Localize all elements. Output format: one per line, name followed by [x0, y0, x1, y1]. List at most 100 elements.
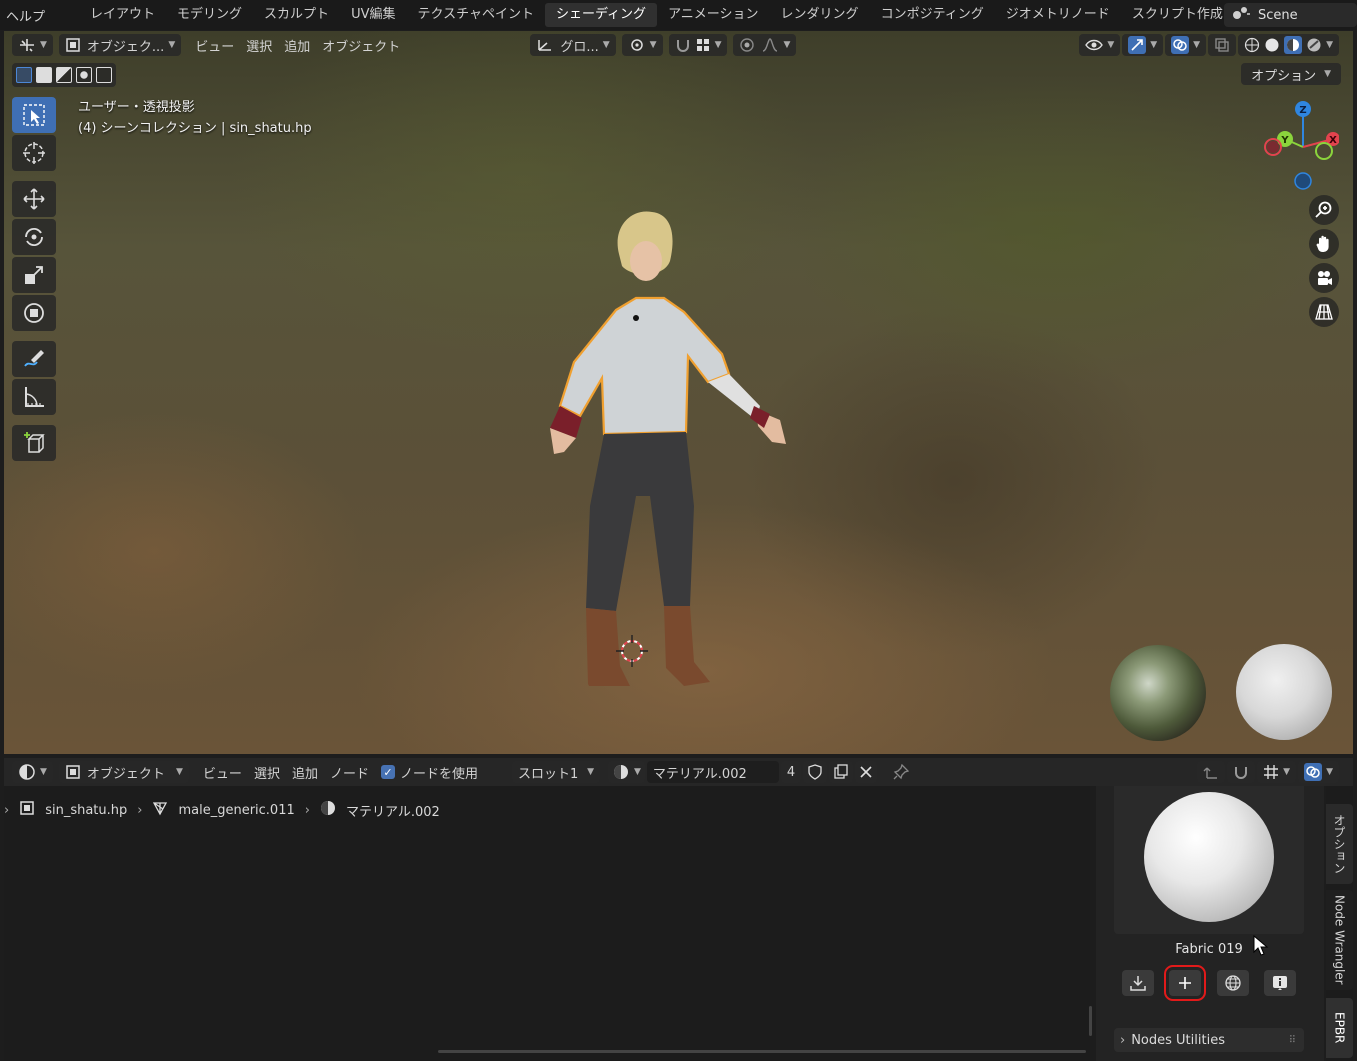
tab-geometry-nodes[interactable]: ジオメトリノード — [995, 3, 1121, 27]
node-overlays-toggle[interactable]: ▼ — [1298, 761, 1339, 783]
asset-info-button[interactable] — [1264, 970, 1297, 996]
proportional-editing[interactable]: ▼ — [733, 34, 797, 56]
select-invert-icon[interactable] — [76, 67, 92, 83]
camera-view-button[interactable] — [1309, 263, 1339, 293]
xray-toggle[interactable] — [1208, 34, 1237, 56]
add-asset-button[interactable] — [1164, 965, 1207, 1001]
tab-animation[interactable]: アニメーション — [657, 3, 769, 27]
unlink-material-button[interactable] — [855, 761, 878, 783]
3d-viewport[interactable]: ▼ オブジェク... ▼ ビュー 選択 追加 オブジェクト グロ... ▼ ▼ ▼ … — [4, 31, 1353, 754]
scale-icon — [25, 266, 43, 284]
tab-texture-paint[interactable]: テクスチャペイント — [406, 3, 544, 27]
shading-modes[interactable]: ▼ — [1238, 34, 1339, 56]
asset-preview-sphere — [1144, 792, 1274, 922]
rotate-tool[interactable] — [12, 219, 56, 255]
drag-handle-icon[interactable]: ⠿ — [1289, 1035, 1296, 1046]
overlays-toggle[interactable]: ▼ — [1165, 34, 1207, 56]
measure-tool[interactable] — [12, 379, 56, 415]
tab-layout[interactable]: レイアウト — [79, 3, 166, 27]
tab-options[interactable]: オプション — [1326, 804, 1353, 884]
select-intersect-icon[interactable] — [96, 67, 112, 83]
workspace-bar: ヘルプ レイアウト モデリング スカルプト UV編集 テクスチャペイント シェー… — [0, 0, 1357, 30]
node-snap-element-dropdown[interactable]: ▼ — [1257, 761, 1297, 783]
zoom-button[interactable] — [1309, 195, 1339, 225]
material-user-count[interactable]: 4 — [780, 761, 802, 783]
cursor-tool[interactable] — [12, 135, 56, 171]
select-box-tool[interactable] — [12, 97, 56, 133]
move-tool[interactable] — [12, 181, 56, 217]
fake-user-button[interactable] — [803, 761, 828, 783]
solid-shading-icon[interactable] — [1264, 37, 1280, 53]
transform-orientation-dropdown[interactable]: グロ... ▼ — [530, 34, 616, 56]
asset-preview-card[interactable] — [1114, 786, 1304, 934]
tab-scripting[interactable]: スクリプト作成 — [1121, 3, 1234, 27]
rendered-shading-icon[interactable] — [1306, 37, 1322, 53]
tab-uv-editing[interactable]: UV編集 — [340, 3, 406, 27]
slot-label: スロット1 — [518, 766, 579, 782]
hdri-diffuse-sphere — [1236, 644, 1332, 740]
node-snap-toggle[interactable] — [1227, 761, 1256, 783]
nodes-utilities-panel[interactable]: › Nodes Utilities ⠿ — [1114, 1028, 1304, 1052]
parent-node-tree-button[interactable] — [1197, 761, 1226, 783]
wireframe-shading-icon[interactable] — [1244, 37, 1260, 53]
select-subtract-icon[interactable] — [56, 67, 72, 83]
node-editor-type-button[interactable]: ▼ — [12, 761, 53, 783]
node-menu-node[interactable]: ノード — [324, 761, 375, 783]
pin-button[interactable] — [887, 761, 915, 783]
asset-action-bar — [1114, 965, 1304, 1001]
editor-type-button[interactable]: ▼ — [12, 34, 53, 56]
tab-compositing[interactable]: コンポジティング — [870, 3, 995, 27]
breadcrumb-expand-icon[interactable]: › — [4, 803, 9, 818]
node-menu-select[interactable]: 選択 — [248, 761, 286, 783]
download-icon — [1130, 976, 1146, 991]
gizmo-toggle[interactable]: ▼ — [1122, 34, 1164, 56]
gizmo-neg-z[interactable] — [1294, 172, 1312, 190]
tab-rendering[interactable]: レンダリング — [770, 3, 870, 27]
snapping-controls[interactable]: ▼ — [668, 34, 728, 56]
tab-epbr[interactable]: EPBR — [1326, 998, 1353, 1058]
menu-object[interactable]: オブジェクト — [316, 34, 406, 56]
node-menu-view[interactable]: ビュー — [197, 761, 248, 783]
object-mode-dropdown[interactable]: オブジェク... ▼ — [58, 34, 182, 56]
menu-select[interactable]: 選択 — [240, 34, 278, 56]
material-name-field[interactable]: マテリアル.002 — [646, 761, 779, 783]
pan-button[interactable] — [1309, 229, 1339, 259]
menu-add[interactable]: 追加 — [278, 34, 316, 56]
pivot-point-dropdown[interactable]: ▼ — [621, 34, 663, 56]
navigation-gizmo[interactable]: Z Y X — [1249, 99, 1339, 195]
gizmo-neg-y[interactable] — [1315, 142, 1333, 160]
tab-modeling[interactable]: モデリング — [166, 3, 253, 27]
node-object-dropdown[interactable]: オブジェクト ▼ — [58, 761, 189, 783]
node-menu-add[interactable]: 追加 — [286, 761, 324, 783]
add-cube-icon — [24, 432, 45, 453]
scale-tool[interactable] — [12, 257, 56, 293]
slot-dropdown[interactable]: スロット1 ▼ — [512, 761, 600, 783]
viewport-options-button[interactable]: オプション ▼ — [1241, 63, 1341, 85]
node-editor-horizontal-scrollbar[interactable] — [438, 1050, 1086, 1053]
select-new-icon[interactable] — [16, 67, 32, 83]
annotate-tool[interactable] — [12, 341, 56, 377]
close-icon — [860, 766, 872, 778]
add-cube-tool[interactable] — [12, 425, 56, 461]
menu-view[interactable]: ビュー — [189, 34, 240, 56]
character-model[interactable] — [524, 206, 814, 686]
transform-tool[interactable] — [12, 295, 56, 331]
node-editor-canvas[interactable]: › sin_shatu.hp › male_generic.011 › マテリア… — [4, 786, 1090, 1061]
tab-shading[interactable]: シェーディング — [544, 3, 658, 27]
material-browse-button[interactable]: ▼ — [608, 761, 645, 783]
select-extend-icon[interactable] — [36, 67, 52, 83]
node-editor-vertical-scrollbar[interactable] — [1089, 1006, 1092, 1036]
use-nodes-checkbox[interactable]: ✓ ノードを使用 — [375, 761, 484, 783]
visibility-dropdown[interactable]: ▼ — [1079, 34, 1121, 56]
scene-selector[interactable]: Scene — [1224, 3, 1357, 27]
tab-node-wrangler[interactable]: Node Wrangler — [1326, 890, 1353, 990]
duplicate-material-button[interactable] — [829, 761, 854, 783]
menu-help[interactable]: ヘルプ — [0, 6, 51, 25]
download-asset-button[interactable] — [1121, 970, 1154, 996]
open-website-button[interactable] — [1216, 970, 1249, 996]
ortho-toggle-button[interactable] — [1309, 297, 1339, 327]
object-mode-label: オブジェク... — [86, 39, 165, 55]
shader-editor-icon — [19, 764, 35, 780]
material-preview-icon[interactable] — [1284, 36, 1303, 54]
tab-sculpting[interactable]: スカルプト — [253, 3, 340, 27]
